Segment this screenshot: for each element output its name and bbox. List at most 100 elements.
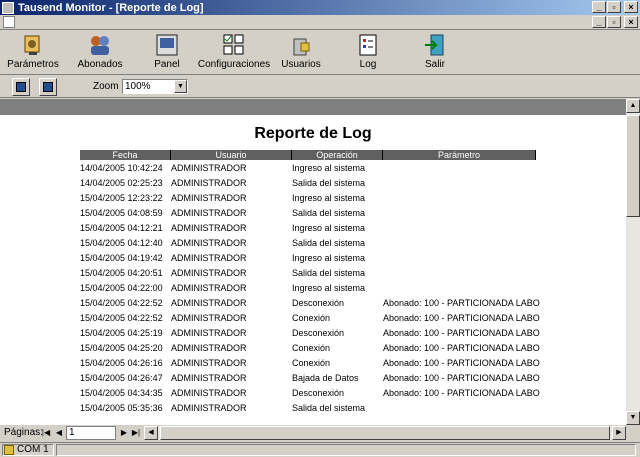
scroll-down-icon[interactable]: ▼ bbox=[626, 411, 640, 425]
toolbar-label: Parámetros bbox=[7, 59, 59, 70]
scroll-up-icon[interactable]: ▲ bbox=[626, 99, 640, 113]
toolbar-parametros[interactable]: Parámetros bbox=[0, 33, 68, 70]
chevron-down-icon[interactable]: ▼ bbox=[174, 80, 187, 93]
table-cell bbox=[383, 223, 543, 238]
toolbar-salir[interactable]: Salir bbox=[400, 33, 470, 70]
export-button[interactable] bbox=[39, 78, 57, 96]
table-cell: Salida del sistema bbox=[292, 268, 366, 278]
child-close-button[interactable]: × bbox=[624, 16, 638, 28]
next-page-icon[interactable]: ▶ bbox=[118, 426, 130, 440]
table-cell: Abonado: 100 - PARTICIONADA LABO bbox=[383, 328, 540, 338]
table-cell: 14/04/2005 02:25:23 bbox=[80, 178, 163, 188]
horizontal-scrollbar[interactable]: ◀ ▶ bbox=[144, 426, 626, 440]
toolbar-label: Configuraciones bbox=[197, 59, 271, 70]
table-cell: ADMINISTRADOR bbox=[171, 208, 247, 218]
table-row: 14/04/2005 02:25:23 ADMINISTRADOR Salida d… bbox=[80, 178, 550, 193]
zoom-select[interactable]: 100% ▼ bbox=[122, 79, 188, 94]
column-header: Operación bbox=[292, 150, 383, 160]
table-cell: ADMINISTRADOR bbox=[171, 163, 247, 173]
table-cell: ADMINISTRADOR bbox=[171, 343, 247, 353]
scroll-left-icon[interactable]: ◀ bbox=[144, 426, 158, 440]
table-cell: Abonado: 100 - PARTICIONADA LABO bbox=[383, 343, 540, 353]
parameters-icon bbox=[24, 35, 40, 55]
print-button[interactable] bbox=[12, 78, 30, 96]
table-cell bbox=[383, 403, 543, 418]
zoom-label: Zoom bbox=[93, 81, 119, 92]
table-row: 15/04/2005 04:26:47 ADMINISTRADOR Bajada d… bbox=[80, 373, 550, 388]
document-icon[interactable] bbox=[3, 16, 15, 28]
table-cell: 15/04/2005 04:25:20 bbox=[80, 343, 163, 353]
toolbar-label: Salir bbox=[424, 59, 445, 70]
toolbar-panel[interactable]: Panel bbox=[132, 33, 202, 70]
zoom-value: 100% bbox=[125, 81, 151, 92]
table-row: 15/04/2005 04:20:51 ADMINISTRADOR Salida d… bbox=[80, 268, 550, 283]
page-input[interactable]: 1 bbox=[66, 426, 116, 440]
table-cell: Desconexión bbox=[292, 388, 345, 398]
child-minimize-button[interactable]: _ bbox=[592, 16, 606, 28]
vertical-scrollbar[interactable]: ▲ ▼ bbox=[626, 99, 640, 425]
table-cell: Salida del sistema bbox=[292, 403, 366, 413]
panel-icon bbox=[156, 34, 178, 56]
toolbar-label: Usuarios bbox=[281, 59, 321, 70]
table-cell: 15/04/2005 04:19:42 bbox=[80, 253, 163, 263]
table-cell: Ingreso al sistema bbox=[292, 283, 366, 293]
child-restore-button[interactable]: ▫ bbox=[607, 16, 621, 28]
maximize-button[interactable]: ▫ bbox=[607, 1, 621, 13]
table-row: 15/04/2005 04:25:19 ADMINISTRADOR Desconex… bbox=[80, 328, 550, 343]
table-cell: Abonado: 100 - PARTICIONADA LABO bbox=[383, 358, 540, 368]
table-cell: ADMINISTRADOR bbox=[171, 298, 247, 308]
table-cell: 15/04/2005 12:23:22 bbox=[80, 193, 163, 203]
title-bar: Tausend Monitor - [Reporte de Log] _ ▫ × bbox=[0, 0, 640, 15]
table-cell bbox=[383, 163, 543, 178]
table-cell: 15/04/2005 04:22:52 bbox=[80, 313, 163, 323]
toolbar-label: Abonados bbox=[77, 59, 123, 70]
table-cell: 15/04/2005 04:08:59 bbox=[80, 208, 163, 218]
page-gutter bbox=[0, 99, 626, 115]
table-cell: 15/04/2005 04:25:19 bbox=[80, 328, 163, 338]
minimize-button[interactable]: _ bbox=[592, 1, 606, 13]
scroll-thumb[interactable] bbox=[626, 115, 640, 217]
close-button[interactable]: × bbox=[624, 1, 638, 13]
table-row: 15/04/2005 04:25:20 ADMINISTRADOR Conexión… bbox=[80, 343, 550, 358]
prev-page-icon[interactable]: ◀ bbox=[53, 426, 65, 440]
table-cell: ADMINISTRADOR bbox=[171, 193, 247, 203]
table-cell: ADMINISTRADOR bbox=[171, 283, 247, 293]
table-cell: Conexión bbox=[292, 313, 331, 323]
table-cell: 14/04/2005 10:42:24 bbox=[80, 163, 163, 173]
toolbar-log[interactable]: Log bbox=[333, 33, 403, 70]
last-page-icon[interactable]: ▶| bbox=[130, 426, 142, 440]
status-bar: COM 1 bbox=[0, 442, 640, 457]
users-icon bbox=[293, 38, 310, 56]
toolbar-abonados[interactable]: Abonados bbox=[65, 33, 135, 70]
table-cell bbox=[383, 208, 543, 223]
table-cell: 15/04/2005 04:22:52 bbox=[80, 298, 163, 308]
table-cell: ADMINISTRADOR bbox=[171, 268, 247, 278]
table-row: 15/04/2005 04:12:21 ADMINISTRADOR Ingreso … bbox=[80, 223, 550, 238]
printer-icon bbox=[16, 82, 26, 92]
log-icon bbox=[359, 34, 377, 56]
table-row: 15/04/2005 04:08:59 ADMINISTRADOR Salida d… bbox=[80, 208, 550, 223]
table-row: 15/04/2005 04:26:16 ADMINISTRADOR Conexión… bbox=[80, 358, 550, 373]
table-cell bbox=[383, 283, 543, 298]
table-cell: Ingreso al sistema bbox=[292, 253, 366, 263]
table-cell: ADMINISTRADOR bbox=[171, 403, 247, 413]
scroll-thumb[interactable] bbox=[160, 426, 610, 440]
table-cell: ADMINISTRADOR bbox=[171, 223, 247, 233]
table-cell: Desconexión bbox=[292, 298, 345, 308]
first-page-icon[interactable]: |◀ bbox=[40, 426, 52, 440]
table-row: 15/04/2005 05:35:36 ADMINISTRADOR Salida d… bbox=[80, 403, 550, 418]
table-cell: 15/04/2005 05:35:36 bbox=[80, 403, 163, 413]
table-cell: Abonado: 100 - PARTICIONADA LABO bbox=[383, 298, 540, 308]
table-cell: ADMINISTRADOR bbox=[171, 388, 247, 398]
table-cell: Conexión bbox=[292, 343, 331, 353]
table-cell bbox=[383, 238, 543, 253]
scroll-right-icon[interactable]: ▶ bbox=[612, 426, 626, 440]
table-cell: Bajada de Datos bbox=[292, 373, 359, 383]
table-row: 14/04/2005 10:42:24 ADMINISTRADOR Ingreso … bbox=[80, 163, 550, 178]
table-cell: 15/04/2005 04:26:47 bbox=[80, 373, 163, 383]
configurations-icon bbox=[223, 34, 244, 55]
toolbar-usuarios[interactable]: Usuarios bbox=[266, 33, 336, 70]
toolbar-configuraciones[interactable]: Configuraciones bbox=[197, 33, 271, 70]
table-cell: 15/04/2005 04:12:21 bbox=[80, 223, 163, 233]
table-cell: Abonado: 100 - PARTICIONADA LABO bbox=[383, 388, 540, 398]
